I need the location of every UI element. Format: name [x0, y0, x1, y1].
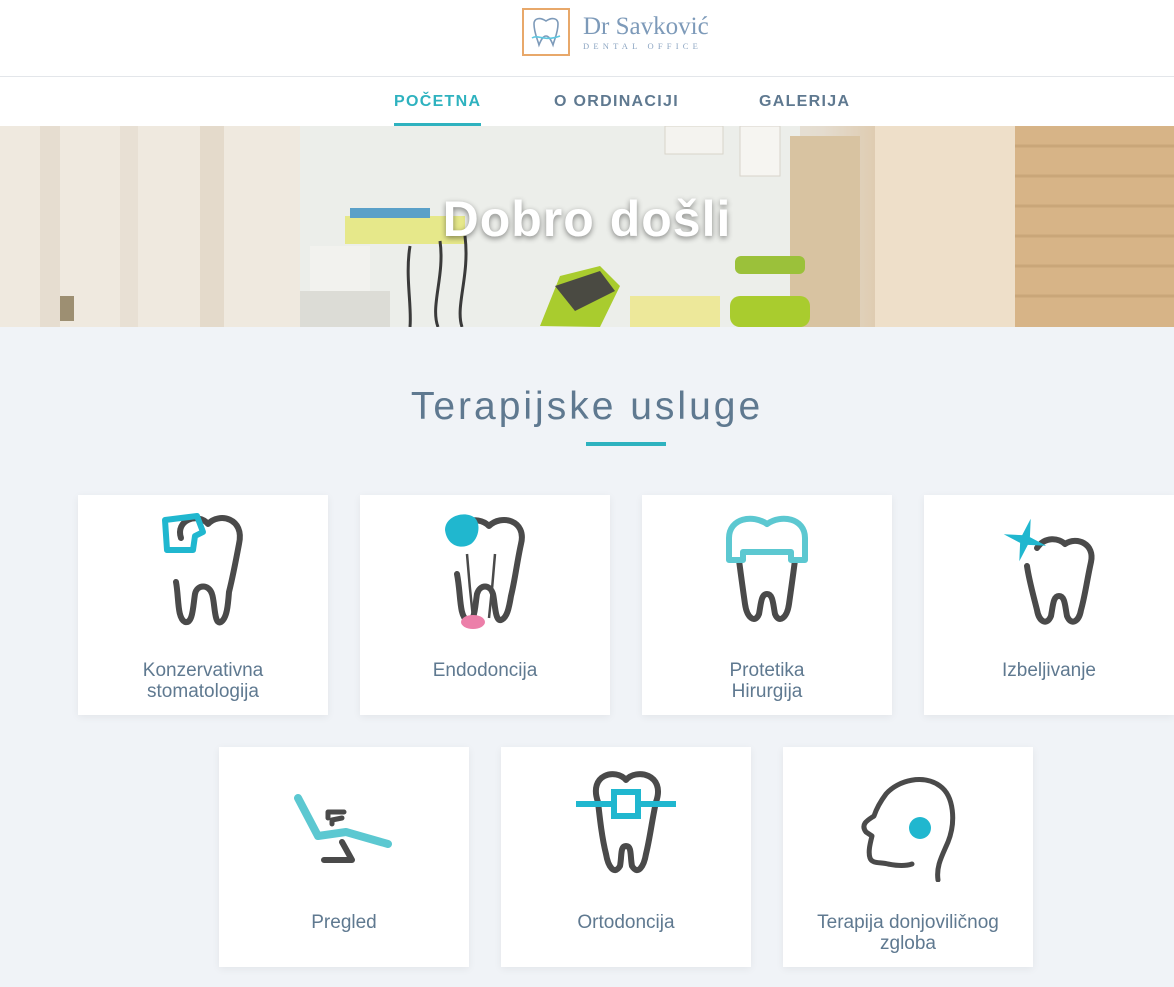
- service-label: Izbeljivanje: [1002, 660, 1096, 681]
- logo-subtitle: DENTAL OFFICE: [583, 40, 703, 51]
- tooth-filling-icon: [153, 510, 253, 630]
- service-label: Endodoncija: [432, 660, 538, 681]
- service-card-ortodoncija[interactable]: Ortodoncija: [501, 747, 751, 967]
- nav-item-o-ordinaciji[interactable]: O ORDINACIJI: [554, 77, 679, 126]
- service-card-pregled[interactable]: Pregled: [219, 747, 469, 967]
- root-canal-icon: [435, 510, 535, 630]
- service-label: Konzervativna stomatologija: [142, 660, 264, 702]
- jaw-joint-icon: [858, 762, 958, 882]
- service-label: Ortodoncija: [577, 912, 675, 933]
- service-label: Protetika Hirurgija: [729, 660, 805, 702]
- service-card-izbeljivanje[interactable]: Izbeljivanje: [924, 495, 1174, 715]
- service-card-terapija-zgloba[interactable]: Terapija donjoviličnog zgloba: [783, 747, 1033, 967]
- nav-item-galerija[interactable]: GALERIJA: [759, 77, 850, 126]
- hero-title: Dobro došli: [442, 191, 732, 247]
- hero-banner: Dobro došli: [0, 126, 1174, 327]
- main-nav: POČETNA O ORDINACIJI GALERIJA: [0, 77, 1174, 126]
- dental-crown-icon: [717, 510, 817, 630]
- logo-name: Dr Savković: [583, 12, 709, 40]
- title-underline: [586, 442, 666, 446]
- service-label: Terapija donjoviličnog zgloba: [817, 912, 999, 954]
- service-card-endodoncija[interactable]: Endodoncija: [360, 495, 610, 715]
- header: Dr Savković DENTAL OFFICE: [0, 0, 1174, 77]
- tooth-whitening-icon: [999, 510, 1099, 630]
- logo-tooth-icon: [522, 8, 570, 56]
- service-card-konzervativna[interactable]: Konzervativna stomatologija: [78, 495, 328, 715]
- service-label: Pregled: [311, 912, 377, 933]
- dental-chair-icon: [294, 762, 394, 882]
- nav-item-pocetna[interactable]: POČETNA: [394, 77, 482, 126]
- braces-icon: [576, 762, 676, 882]
- logo[interactable]: Dr Savković DENTAL OFFICE: [522, 8, 709, 56]
- services-title: Terapijske usluge: [410, 385, 764, 428]
- service-card-protetika[interactable]: Protetika Hirurgija: [642, 495, 892, 715]
